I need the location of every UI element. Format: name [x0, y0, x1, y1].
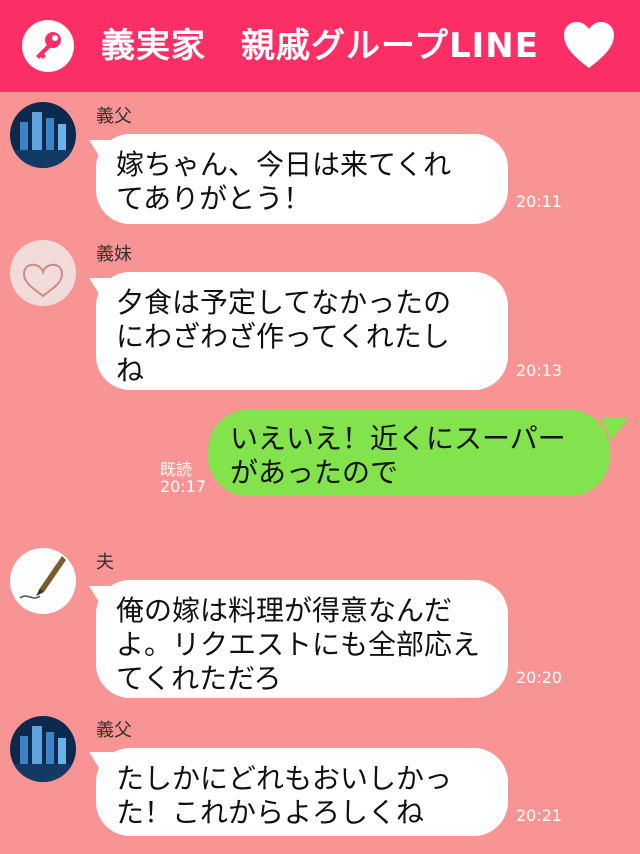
message-bubble[interactable]: 俺の嫁は料理が得意なんだ よ。リクエストにも全部応え てくれただろ [96, 580, 508, 698]
avatar-husband[interactable] [10, 548, 76, 614]
avatar-father-in-law[interactable] [10, 102, 76, 168]
sender-name: 義父 [96, 720, 132, 741]
message-bubble[interactable]: たしかにどれもおいしかっ た！これからよろしくね [96, 748, 508, 836]
message-time: 20:17 [160, 477, 207, 496]
my-message-bubble[interactable]: いえいえ！近くにスーパー があったので [208, 410, 610, 496]
heart-icon[interactable] [562, 20, 616, 72]
message-time: 20:20 [516, 668, 563, 687]
chat-title: 義実家 親戚グループLINE [101, 26, 539, 66]
key-icon [36, 32, 61, 59]
key-button[interactable] [22, 20, 74, 72]
sender-name: 義妹 [96, 244, 132, 265]
chat-header: 義実家 親戚グループLINE [0, 0, 640, 92]
message-time: 20:21 [516, 806, 563, 825]
message-bubble[interactable]: 夕食は予定してなかったの にわざわざ作ってくれたし ね [96, 272, 508, 390]
sender-name: 夫 [96, 552, 114, 573]
avatar-father-in-law[interactable] [10, 716, 76, 782]
message-time: 20:11 [516, 192, 563, 211]
message-bubble[interactable]: 嫁ちゃん、今日は来てくれ てありがとう！ [96, 134, 508, 224]
avatar-sister-in-law[interactable] [10, 240, 76, 306]
sender-name: 義父 [96, 106, 132, 127]
message-time: 20:13 [516, 361, 563, 380]
